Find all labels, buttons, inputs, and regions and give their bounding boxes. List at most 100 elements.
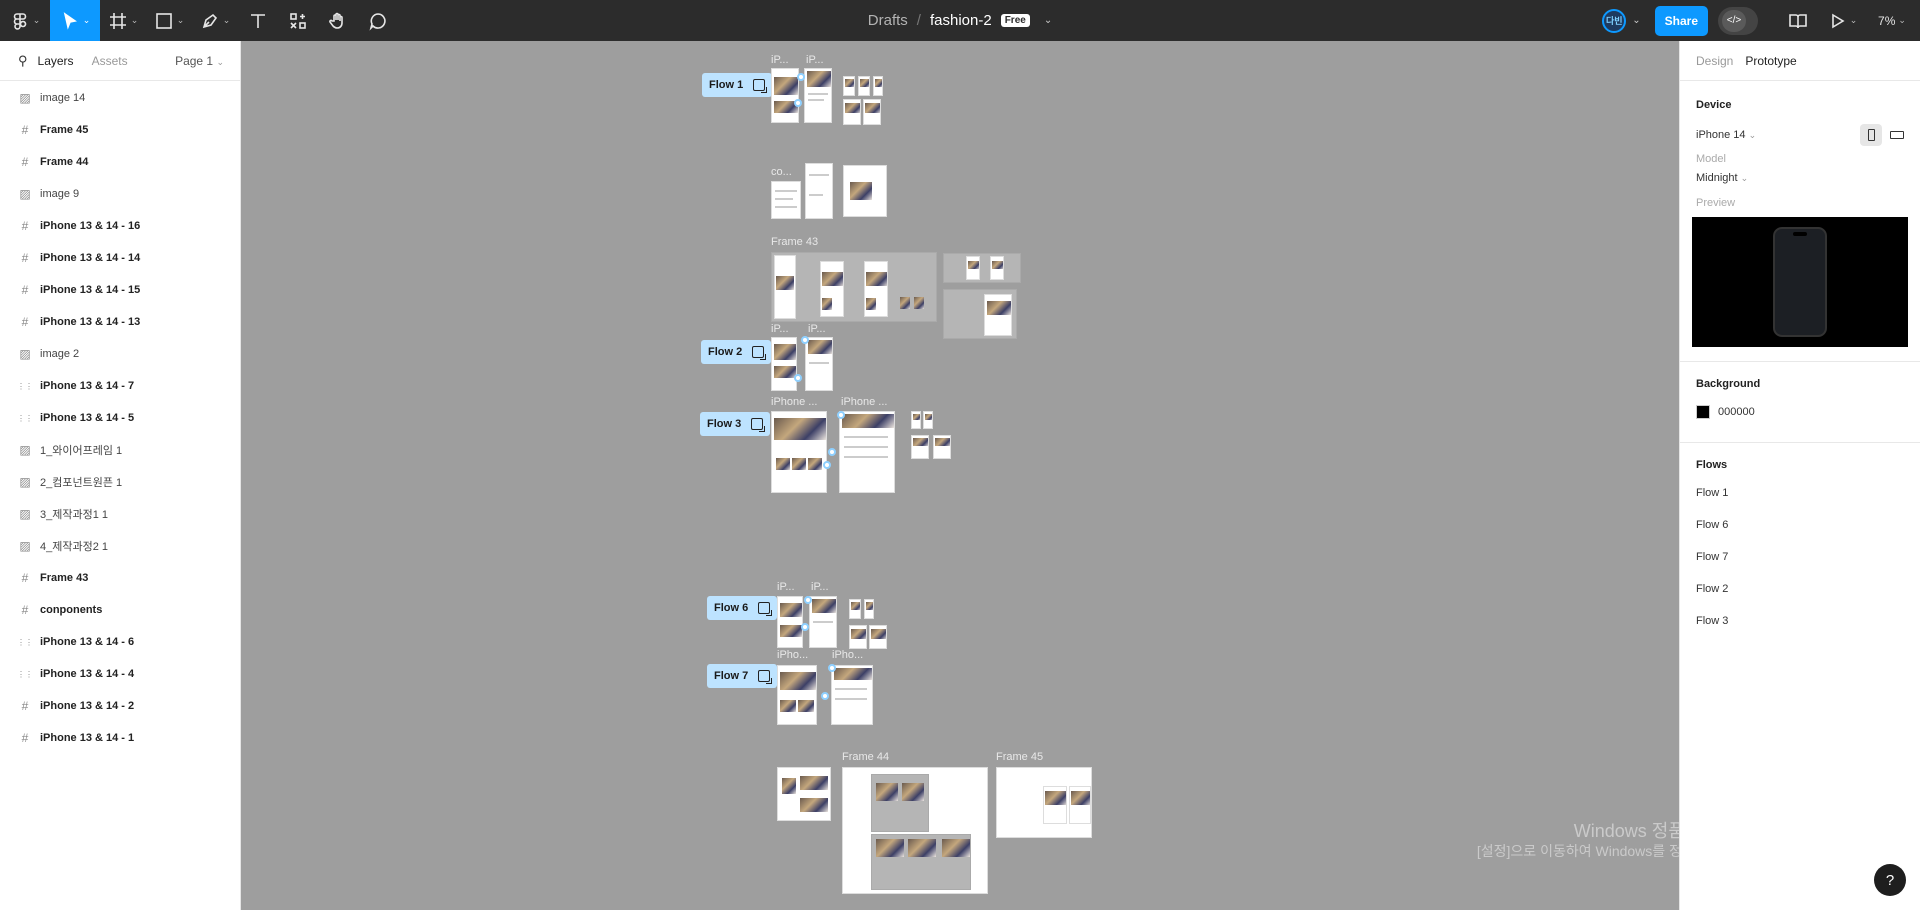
frame-label[interactable]: Frame 44 — [842, 751, 889, 763]
tab-design[interactable]: Design — [1696, 54, 1733, 68]
frame-thumbnail[interactable] — [804, 68, 832, 123]
layer-item[interactable]: ⋮⋮ iPhone 13 & 14 - 7 — [0, 370, 240, 402]
frame-label[interactable]: Frame 43 — [771, 236, 818, 248]
frame-45-thumbnail[interactable] — [996, 767, 1092, 838]
frame-thumbnail[interactable] — [771, 68, 799, 123]
frame-thumbnail[interactable] — [777, 596, 803, 648]
background-hex[interactable]: 000000 — [1718, 406, 1755, 418]
tab-layers[interactable]: Layers — [38, 54, 74, 68]
canvas[interactable]: iP... iP... Flow 1 co... Frame 43 iP... … — [241, 41, 1679, 910]
frame-thumbnail[interactable] — [911, 435, 929, 459]
connection-node[interactable] — [797, 73, 805, 81]
frame-thumbnail[interactable] — [923, 411, 933, 429]
layer-item[interactable]: # iPhone 13 & 14 - 16 — [0, 210, 240, 242]
layer-item[interactable]: # Frame 44 — [0, 146, 240, 178]
layer-item[interactable]: ▨ 4_제작과정2 1 — [0, 530, 240, 562]
frame-label[interactable]: iPho... — [777, 649, 808, 661]
frame-thumbnail[interactable] — [943, 289, 1017, 339]
connection-node[interactable] — [828, 448, 836, 456]
frame-thumbnail[interactable] — [863, 99, 881, 125]
frame-thumbnail[interactable] — [933, 435, 951, 459]
pen-tool-button[interactable]: ⌄ — [192, 0, 238, 41]
frame-44-thumbnail[interactable] — [842, 767, 988, 894]
connection-node[interactable] — [801, 623, 809, 631]
layer-item[interactable]: # iPhone 13 & 14 - 2 — [0, 690, 240, 722]
connection-node[interactable] — [804, 596, 812, 604]
frame-thumbnail[interactable] — [864, 599, 874, 619]
hand-tool-button[interactable] — [318, 0, 358, 41]
tab-prototype[interactable]: Prototype — [1745, 54, 1796, 68]
zoom-menu[interactable]: 7% ⌄ — [1864, 0, 1920, 41]
background-fill-row[interactable]: 000000 — [1680, 396, 1920, 428]
flow-item[interactable]: Flow 1 — [1680, 477, 1920, 509]
dev-mode-toggle[interactable]: </> — [1718, 6, 1758, 35]
frame-label[interactable]: iPhone ... — [841, 396, 887, 408]
frame-thumbnail[interactable] — [771, 411, 827, 493]
present-button[interactable]: ⌄ — [1820, 0, 1864, 41]
frame-tool-button[interactable]: ⌄ — [100, 0, 146, 41]
frame-thumbnail[interactable] — [805, 337, 833, 391]
landscape-icon[interactable] — [1890, 131, 1904, 139]
frame-thumbnail[interactable] — [839, 411, 895, 493]
model-select[interactable]: Midnight ⌄ — [1680, 165, 1920, 191]
flow-chip-flow-6[interactable]: Flow 6 — [707, 596, 778, 620]
search-icon[interactable]: ⚲ — [18, 53, 28, 69]
avatar-chevron-icon[interactable]: ⌄ — [1632, 15, 1640, 26]
frame-label[interactable]: iP... — [806, 54, 824, 66]
frame-label[interactable]: iP... — [811, 581, 829, 593]
comment-tool-button[interactable] — [358, 0, 398, 41]
frame-thumbnail[interactable] — [831, 665, 873, 725]
connection-node[interactable] — [823, 461, 831, 469]
layer-item[interactable]: # conponents — [0, 594, 240, 626]
frame-thumbnail[interactable] — [943, 253, 1021, 283]
flow-chip-flow-2[interactable]: Flow 2 — [701, 340, 772, 364]
breadcrumb-drafts[interactable]: Drafts — [868, 12, 908, 29]
frame-thumbnail[interactable] — [805, 163, 833, 219]
tab-assets[interactable]: Assets — [92, 54, 128, 68]
image-thumbnail[interactable] — [777, 767, 831, 821]
library-button[interactable] — [1776, 0, 1820, 41]
frame-thumbnail[interactable] — [849, 625, 867, 649]
frame-thumbnail[interactable] — [771, 181, 801, 219]
main-menu-button[interactable]: ⌄ — [0, 0, 50, 41]
frame-label[interactable]: iPhone ... — [771, 396, 817, 408]
text-tool-button[interactable] — [238, 0, 278, 41]
layer-item[interactable]: # Frame 45 — [0, 114, 240, 146]
help-button[interactable]: ? — [1874, 864, 1906, 896]
frame-label[interactable]: iP... — [771, 323, 789, 335]
connection-node[interactable] — [828, 664, 836, 672]
connection-node[interactable] — [794, 374, 802, 382]
frame-thumbnail[interactable] — [873, 76, 883, 96]
connection-node[interactable] — [794, 99, 802, 107]
frame-thumbnail[interactable] — [843, 99, 861, 125]
connection-node[interactable] — [801, 336, 809, 344]
page-selector[interactable]: Page 1 ⌄ — [175, 54, 224, 68]
frame-thumbnail[interactable] — [777, 665, 817, 725]
layer-item[interactable]: ▨ 3_제작과정1 1 — [0, 498, 240, 530]
flow-item[interactable]: Flow 3 — [1680, 605, 1920, 637]
layer-item[interactable]: ▨ image 9 — [0, 178, 240, 210]
file-menu-chevron-icon[interactable]: ⌄ — [1044, 15, 1052, 26]
connection-node[interactable] — [821, 692, 829, 700]
frame-thumbnail[interactable] — [869, 625, 887, 649]
layer-item[interactable]: ▨ image 2 — [0, 338, 240, 370]
layer-item[interactable]: ▨ 1_와이어프레임 1 — [0, 434, 240, 466]
flow-item[interactable]: Flow 6 — [1680, 509, 1920, 541]
frame-label[interactable]: iP... — [771, 54, 789, 66]
flow-chip-flow-1[interactable]: Flow 1 — [702, 73, 773, 97]
layer-item[interactable]: # iPhone 13 & 14 - 13 — [0, 306, 240, 338]
layer-item[interactable]: ▨ 2_컴포넌트원픈 1 — [0, 466, 240, 498]
share-button[interactable]: Share — [1654, 5, 1708, 36]
layer-item[interactable]: # iPhone 13 & 14 - 14 — [0, 242, 240, 274]
layer-item[interactable]: # iPhone 13 & 14 - 15 — [0, 274, 240, 306]
frame-thumbnail[interactable] — [843, 165, 887, 217]
layer-item[interactable]: # Frame 43 — [0, 562, 240, 594]
frame-thumbnail[interactable] — [843, 76, 855, 96]
frame-thumbnail[interactable] — [849, 599, 861, 619]
frame-thumbnail[interactable] — [911, 411, 921, 429]
file-name[interactable]: fashion-2 — [930, 12, 992, 29]
frame-label[interactable]: Frame 45 — [996, 751, 1043, 763]
flow-item[interactable]: Flow 2 — [1680, 573, 1920, 605]
layer-item[interactable]: ▨ image 14 — [0, 82, 240, 114]
shape-tool-button[interactable]: ⌄ — [146, 0, 192, 41]
